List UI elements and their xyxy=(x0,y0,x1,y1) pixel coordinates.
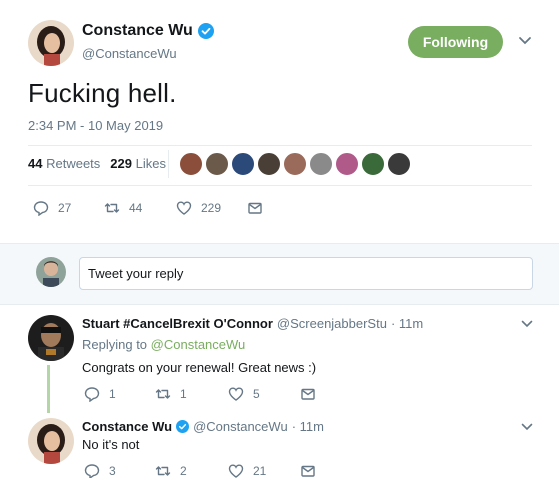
retweets-label: Retweets xyxy=(46,156,101,171)
reply-author-name[interactable]: Stuart #CancelBrexit O'Connor xyxy=(82,316,273,331)
liker-avatar[interactable] xyxy=(361,152,385,176)
reply-author-row[interactable]: Stuart #CancelBrexit O'Connor @Screenjab… xyxy=(82,316,423,331)
replying-to-prefix: Replying to xyxy=(82,337,148,352)
liker-avatar[interactable] xyxy=(283,152,307,176)
reply-action[interactable]: 27 xyxy=(33,200,71,216)
envelope-icon xyxy=(301,465,315,477)
retweet-icon xyxy=(155,466,171,476)
chevron-down-icon[interactable] xyxy=(521,320,533,328)
stats-separator xyxy=(168,150,169,178)
retweet-count: 2 xyxy=(180,464,187,478)
current-user-avatar[interactable] xyxy=(36,257,66,287)
reply-count: 27 xyxy=(58,201,72,215)
like-action[interactable]: 229 xyxy=(176,200,221,216)
reply-author-row[interactable]: Constance Wu @ConstanceWu · 11m xyxy=(82,419,324,434)
retweet-action[interactable]: 1 xyxy=(155,386,187,402)
like-action[interactable]: 21 xyxy=(228,463,266,478)
tweet-reply-input[interactable]: Tweet your reply xyxy=(79,257,533,290)
likes-count: 229 xyxy=(110,156,132,171)
envelope-icon xyxy=(248,202,262,214)
tweet-text: Fucking hell. xyxy=(28,78,177,108)
reply-text: No it's not xyxy=(82,437,140,452)
liker-avatar[interactable] xyxy=(309,152,333,176)
reply-text: Congrats on your renewal! Great news :) xyxy=(82,360,317,375)
retweet-action[interactable]: 2 xyxy=(155,463,187,478)
reply-author-avatar[interactable] xyxy=(28,418,74,464)
direct-message-action[interactable] xyxy=(300,386,316,402)
reply-author-avatar[interactable] xyxy=(28,315,74,361)
reply-icon xyxy=(84,387,100,402)
divider xyxy=(28,185,532,186)
envelope-icon xyxy=(301,388,315,400)
tweet-timestamp[interactable]: 2:34 PM - 10 May 2019 xyxy=(28,118,163,133)
like-action[interactable]: 5 xyxy=(228,386,260,402)
reply-author-handle[interactable]: @ScreenjabberStu xyxy=(277,316,387,331)
replying-to: Replying to @ConstanceWu xyxy=(82,337,245,352)
chevron-down-icon[interactable] xyxy=(521,423,533,431)
author-handle[interactable]: @ConstanceWu xyxy=(82,46,177,61)
author-name-row[interactable]: Constance Wu xyxy=(82,22,214,40)
reply-time[interactable]: · 11m xyxy=(292,419,324,434)
like-count: 21 xyxy=(253,464,267,478)
liker-avatar[interactable] xyxy=(335,152,359,176)
reply-input-placeholder: Tweet your reply xyxy=(88,266,184,281)
liker-avatar[interactable] xyxy=(179,152,203,176)
liker-avatar[interactable] xyxy=(231,152,255,176)
following-button[interactable]: Following xyxy=(408,26,503,58)
retweet-icon xyxy=(155,389,171,399)
like-count: 229 xyxy=(201,201,222,215)
heart-icon xyxy=(228,387,244,401)
retweet-icon xyxy=(104,203,120,213)
retweets-count: 44 xyxy=(28,156,43,171)
verified-badge-icon xyxy=(197,23,214,39)
direct-message-action[interactable] xyxy=(247,200,263,216)
reply-icon xyxy=(84,464,100,478)
likers-avatars xyxy=(179,152,411,176)
retweet-count: 44 xyxy=(129,201,143,215)
verified-badge-icon xyxy=(176,420,190,433)
reply-action[interactable]: 3 xyxy=(84,463,116,478)
reply-author-handle[interactable]: @ConstanceWu xyxy=(193,419,288,434)
chevron-down-icon[interactable] xyxy=(518,36,532,46)
heart-icon xyxy=(228,464,244,478)
thread-connector xyxy=(47,365,50,413)
heart-icon xyxy=(176,201,192,215)
reply-count: 1 xyxy=(109,387,116,401)
reply-action[interactable]: 1 xyxy=(84,386,116,402)
reply-icon xyxy=(33,201,49,216)
like-count: 5 xyxy=(253,387,260,401)
liker-avatar[interactable] xyxy=(205,152,229,176)
retweet-action[interactable]: 44 xyxy=(104,200,142,216)
tweet-stats: 44 Retweets 229 Likes xyxy=(28,156,166,171)
reply-count: 3 xyxy=(109,464,116,478)
reply-time[interactable]: · 11m xyxy=(391,316,423,331)
liker-avatar[interactable] xyxy=(387,152,411,176)
likes-stat[interactable]: 229 Likes xyxy=(110,156,166,171)
likes-label: Likes xyxy=(135,156,166,171)
author-avatar[interactable] xyxy=(28,20,74,66)
author-display-name[interactable]: Constance Wu xyxy=(82,22,193,40)
retweet-count: 1 xyxy=(180,387,187,401)
divider xyxy=(28,145,532,146)
direct-message-action[interactable] xyxy=(300,463,316,478)
replying-to-handle[interactable]: @ConstanceWu xyxy=(151,337,246,352)
reply-author-name[interactable]: Constance Wu xyxy=(82,419,172,434)
retweets-stat[interactable]: 44 Retweets xyxy=(28,156,100,171)
liker-avatar[interactable] xyxy=(257,152,281,176)
